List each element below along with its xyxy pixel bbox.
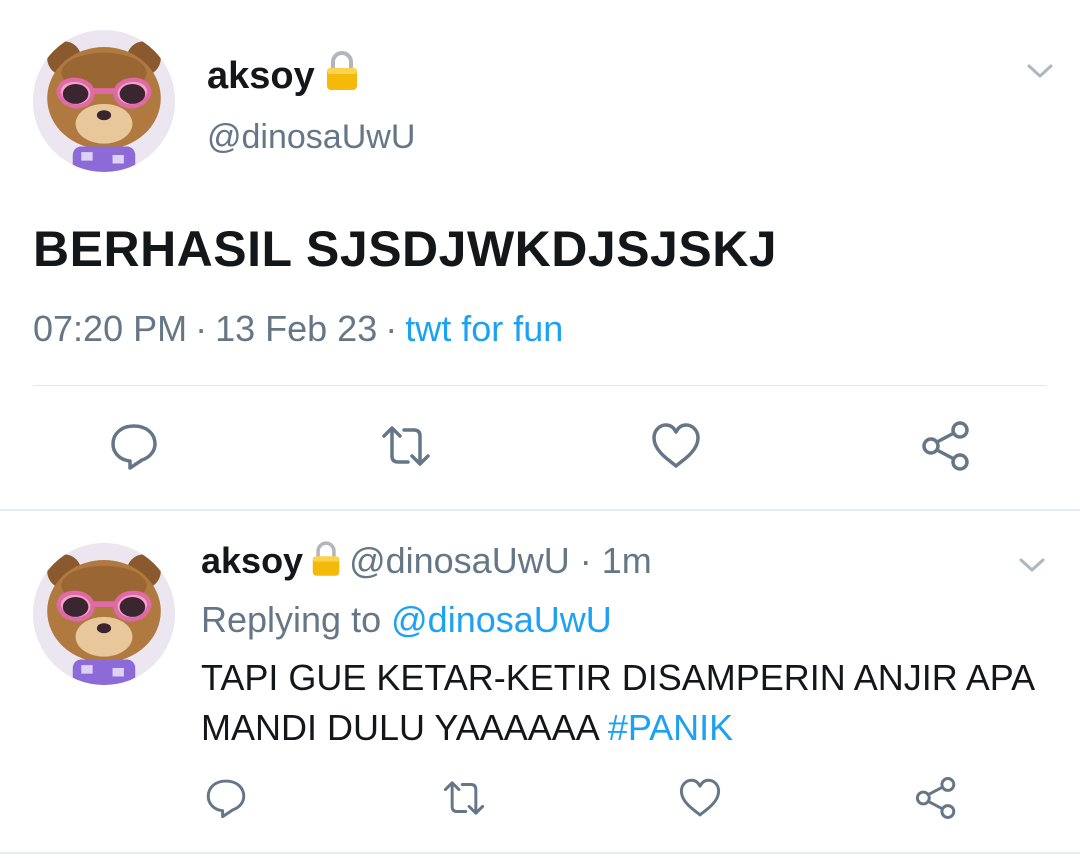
meta-separator: · [195,308,208,349]
tweet-date[interactable]: 13 Feb 23 [215,308,377,349]
chevron-down-icon[interactable] [1026,62,1054,80]
reply-text: TAPI GUE KETAR-KETIR DISAMPERIN ANJIR AP… [201,653,1051,753]
tweet-source[interactable]: twt for fun [405,308,563,349]
hashtag-link[interactable]: #PANIK [608,707,733,748]
reply-author-handle[interactable]: @dinosaUwU [349,540,570,581]
meta-separator: · [579,540,592,581]
chevron-down-icon[interactable] [1018,556,1046,574]
author-handle[interactable]: @dinosaUwU [207,116,415,158]
main-tweet: aksoy @dinosaUwU BERHASIL SJSDJWKDJSJSKJ… [0,0,1080,510]
meta-separator: · [385,308,398,349]
divider [33,385,1047,386]
tweet-text: BERHASIL SJSDJWKDJSJSKJ [33,221,778,277]
replying-mention[interactable]: @dinosaUwU [391,599,612,640]
section-divider [0,509,1080,511]
author-name[interactable]: aksoy [207,50,359,99]
retweet-icon[interactable] [442,776,486,820]
share-icon[interactable] [920,420,972,472]
like-icon[interactable] [678,776,722,820]
lock-icon [311,540,341,578]
replying-label: Replying to [201,599,382,640]
retweet-icon[interactable] [380,420,432,472]
reply-time[interactable]: 1m [602,540,652,581]
reply-icon[interactable] [108,420,160,472]
lock-icon [325,50,359,92]
reply-header: aksoy @dinosaUwU · 1m [201,538,652,584]
like-icon[interactable] [650,420,702,472]
replying-to: Replying to @dinosaUwU [201,597,612,643]
reply-icon[interactable] [204,776,248,820]
tweet-time[interactable]: 07:20 PM [33,308,187,349]
reply-author-name[interactable]: aksoy [201,540,303,581]
tweet-thread: aksoy @dinosaUwU BERHASIL SJSDJWKDJSJSKJ… [0,0,1080,858]
author-name-text[interactable]: aksoy [207,55,315,97]
bottom-divider [0,852,1080,854]
tweet-meta: 07:20 PM · 13 Feb 23 · twt for fun [33,306,563,352]
avatar[interactable] [33,30,175,172]
avatar[interactable] [33,543,175,685]
share-icon[interactable] [914,776,958,820]
